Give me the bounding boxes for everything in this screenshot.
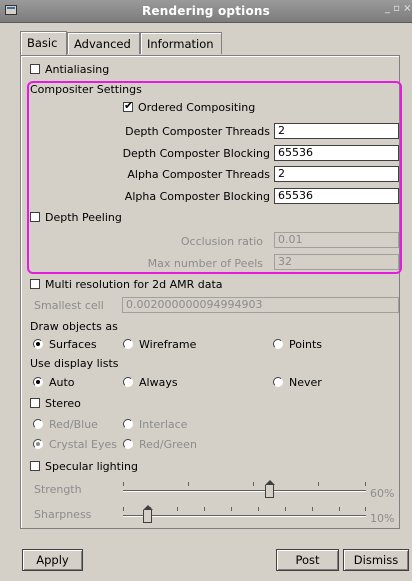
depth-threads-label: Depth Composter Threads <box>125 125 270 138</box>
depth-threads-field[interactable]: 2 <box>274 123 399 139</box>
slider-tick <box>312 507 313 511</box>
occlusion-ratio-label: Occlusion ratio <box>180 235 263 248</box>
sharpness-label: Sharpness <box>34 508 92 521</box>
stereo-label: Stereo <box>45 397 81 410</box>
radio-indicator[interactable] <box>33 377 43 387</box>
slider-tick <box>365 482 366 486</box>
slider-track <box>123 515 366 517</box>
radio-indicator[interactable] <box>123 439 133 449</box>
radio-indicator[interactable] <box>123 419 133 429</box>
dismiss-button[interactable]: Dismiss <box>343 549 409 571</box>
post-button[interactable]: Post <box>276 549 339 571</box>
alpha-threads-field[interactable]: 2 <box>274 166 399 182</box>
alpha-threads-label: Alpha Composter Threads <box>127 168 270 181</box>
draw-wireframe-radio[interactable]: Wireframe <box>123 338 196 351</box>
lists-never-radio[interactable]: Never <box>273 376 322 389</box>
tab-advanced[interactable]: Advanced <box>67 32 140 54</box>
strength-value: 60% <box>370 487 395 500</box>
alpha-blocking-field[interactable]: 65536 <box>274 188 399 204</box>
tab-basic[interactable]: Basic <box>20 31 67 55</box>
specular-option[interactable]: Specular lighting <box>30 460 138 473</box>
depth-blocking-field[interactable]: 65536 <box>274 145 399 161</box>
stereo-redblue-label: Red/Blue <box>49 418 98 431</box>
strength-slider-thumb[interactable] <box>264 480 275 498</box>
slider-tick <box>177 507 178 511</box>
max-peels-field[interactable]: 32 <box>274 254 399 270</box>
slider-tick <box>285 507 286 511</box>
specular-label: Specular lighting <box>45 460 138 473</box>
depth-blocking-label: Depth Composter Blocking <box>122 147 270 160</box>
slider-tick <box>123 507 124 511</box>
amr-label: Multi resolution for 2d AMR data <box>45 278 223 291</box>
stereo-interlace-radio[interactable]: Interlace <box>123 418 187 431</box>
radio-indicator[interactable] <box>33 419 43 429</box>
smallest-cell-label: Smallest cell <box>34 299 104 312</box>
antialiasing-label: Antialiasing <box>45 63 110 76</box>
stereo-interlace-label: Interlace <box>139 418 188 431</box>
radio-indicator[interactable] <box>273 339 283 349</box>
stereo-checkbox[interactable] <box>30 398 40 408</box>
draw-points-label: Points <box>289 338 323 351</box>
antialiasing-checkbox[interactable] <box>30 64 40 74</box>
radio-indicator[interactable] <box>33 439 43 449</box>
alpha-blocking-label: Alpha Composter Blocking <box>124 190 270 203</box>
radio-indicator[interactable] <box>123 339 133 349</box>
depth-peeling-label: Depth Peeling <box>45 211 122 224</box>
strength-slider[interactable] <box>123 480 366 500</box>
ordered-compositing-checkbox[interactable] <box>123 99 133 112</box>
lists-always-radio[interactable]: Always <box>123 376 178 389</box>
max-peels-label: Max number of Peels <box>147 257 263 270</box>
display-lists-heading: Use display lists <box>30 357 119 370</box>
amr-option[interactable]: Multi resolution for 2d AMR data <box>30 278 223 291</box>
smallest-cell-field[interactable]: 0.002000000094994903 <box>122 297 399 313</box>
sharpness-value: 10% <box>370 512 395 525</box>
compositer-heading: Compositer Settings <box>30 83 142 96</box>
strength-label: Strength <box>34 483 82 496</box>
slider-tick <box>231 507 232 511</box>
ordered-compositing-option[interactable]: Ordered Compositing <box>123 99 256 114</box>
slider-tick <box>123 482 124 486</box>
stereo-redgreen-radio[interactable]: Red/Green <box>123 438 197 451</box>
window-controls[interactable]: _ ▫ × <box>385 3 412 14</box>
draw-as-heading: Draw objects as <box>30 320 118 333</box>
slider-tick <box>258 507 259 511</box>
depth-peeling-option[interactable]: Depth Peeling <box>30 211 122 224</box>
stereo-option[interactable]: Stereo <box>30 397 81 410</box>
slider-tick <box>253 482 254 486</box>
draw-surfaces-label: Surfaces <box>49 338 97 351</box>
slider-tick <box>188 482 189 486</box>
stereo-crystaleyes-radio[interactable]: Crystal Eyes <box>33 438 117 451</box>
draw-points-radio[interactable]: Points <box>273 338 322 351</box>
lists-never-label: Never <box>289 376 322 389</box>
antialiasing-option[interactable]: Antialiasing <box>30 63 109 76</box>
occlusion-ratio-field[interactable]: 0.01 <box>274 232 399 248</box>
title-bar: Rendering options _ ▫ × <box>0 0 412 23</box>
sharpness-slider-thumb[interactable] <box>143 505 154 523</box>
slider-tick <box>204 507 205 511</box>
slider-track <box>123 490 366 492</box>
slider-tick <box>318 482 319 486</box>
draw-wireframe-label: Wireframe <box>139 338 197 351</box>
lists-auto-label: Auto <box>49 376 75 389</box>
lists-auto-radio[interactable]: Auto <box>33 376 75 389</box>
amr-checkbox[interactable] <box>30 279 40 289</box>
radio-indicator[interactable] <box>33 339 43 349</box>
window-title: Rendering options <box>141 4 270 18</box>
slider-tick <box>339 507 340 511</box>
stereo-redgreen-label: Red/Green <box>139 438 197 451</box>
slider-tick <box>365 507 366 511</box>
depth-peeling-checkbox[interactable] <box>30 212 40 222</box>
specular-checkbox[interactable] <box>30 461 40 471</box>
sharpness-slider[interactable] <box>123 505 366 525</box>
lists-always-label: Always <box>139 376 178 389</box>
radio-indicator[interactable] <box>273 377 283 387</box>
radio-indicator[interactable] <box>123 377 133 387</box>
draw-surfaces-radio[interactable]: Surfaces <box>33 338 97 351</box>
tab-information[interactable]: Information <box>140 32 222 54</box>
apply-button[interactable]: Apply <box>22 549 83 571</box>
stereo-redblue-radio[interactable]: Red/Blue <box>33 418 98 431</box>
ordered-compositing-label: Ordered Compositing <box>138 101 256 114</box>
stereo-crystaleyes-label: Crystal Eyes <box>49 438 118 451</box>
